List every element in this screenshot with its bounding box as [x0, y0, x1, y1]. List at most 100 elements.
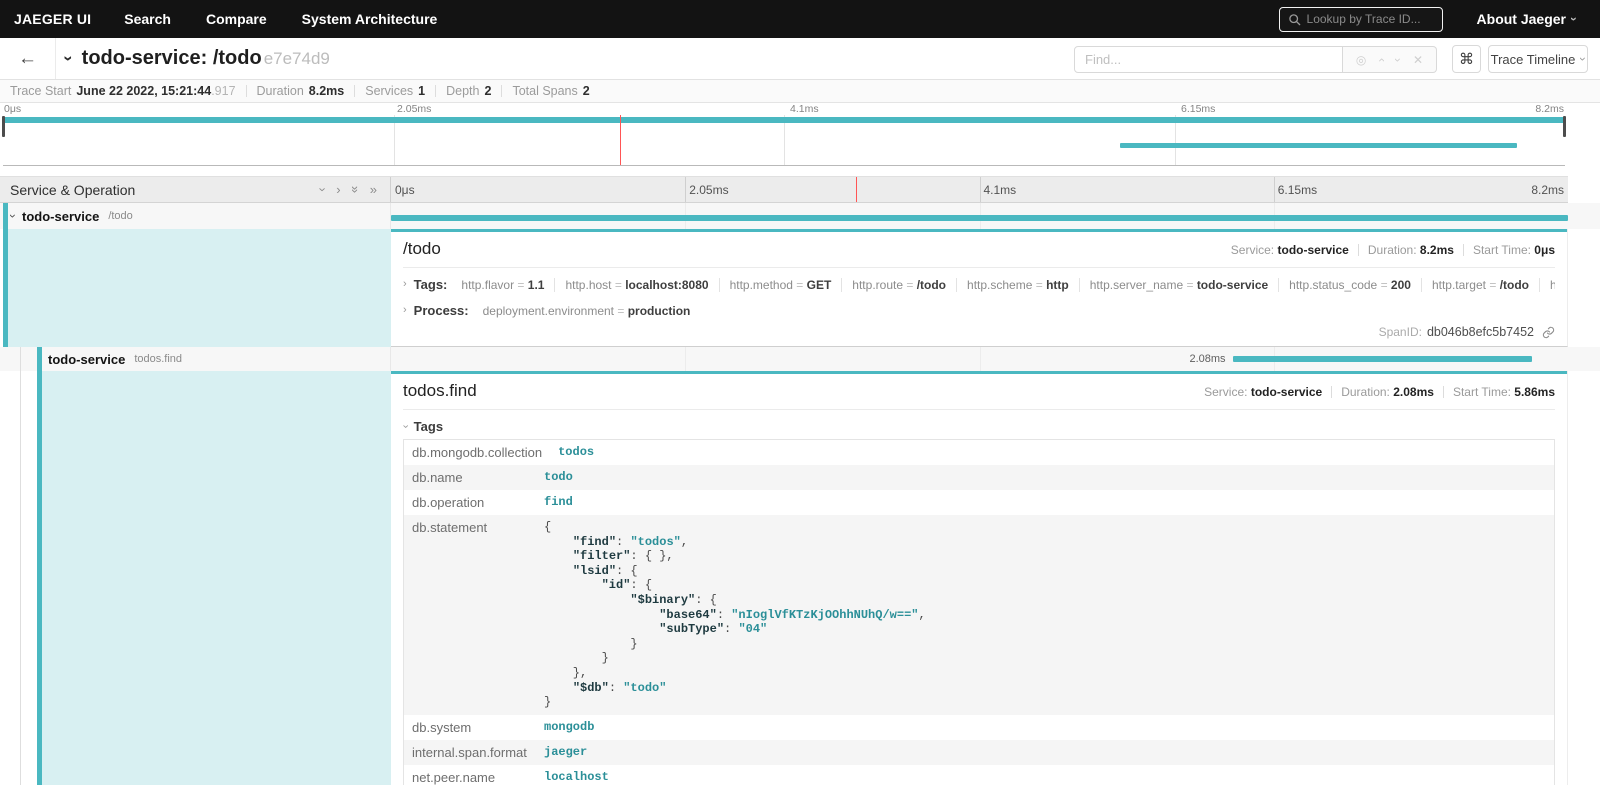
divider: [246, 85, 247, 97]
chevron-right-icon: ›: [403, 305, 407, 316]
find-input[interactable]: [1074, 46, 1343, 73]
chevron-down-icon: ›: [1568, 17, 1580, 21]
tag-table-row: db.statement{ "find": "todos", "filter":…: [404, 515, 1554, 715]
span-graph-cell-todos-find[interactable]: 2.08ms: [391, 347, 1568, 371]
divider: [354, 85, 355, 97]
tag-item: deployment.environment = production: [473, 304, 701, 318]
span-detail-meta: Service: todo-serviceDuration: 2.08msSta…: [1204, 385, 1555, 399]
tag-item: http.method = GET: [720, 278, 843, 292]
app-logo[interactable]: JAEGER UI: [14, 11, 91, 27]
collapse-one-icon[interactable]: ›: [317, 187, 330, 191]
timeline-minimap[interactable]: [3, 115, 1565, 166]
nav-item-system-architecture[interactable]: System Architecture: [302, 11, 438, 27]
stat-trace-start: Trace Start June 22 2022, 15:21:44.917: [10, 84, 236, 98]
time-tick-label: 6.15ms: [1274, 183, 1317, 197]
service-operation-label: Service & Operation: [10, 182, 135, 198]
tag-value: { "find": "todos", "filter": { }, "lsid"…: [536, 515, 1554, 715]
link-icon[interactable]: [1542, 326, 1555, 339]
clear-search-icon[interactable]: ✕: [1413, 54, 1423, 66]
trace-header-bar: ← › todo-service: /todo e7e74d9 ◎ › › ✕ …: [0, 38, 1600, 80]
divider: [435, 85, 436, 97]
tag-key: internal.span.format: [404, 740, 536, 765]
span-color-bar: [391, 371, 1567, 374]
trace-view-select[interactable]: Trace Timeline ›: [1488, 45, 1588, 73]
tags-section-header[interactable]: › Tags: [403, 419, 1555, 434]
process-summary: deployment.environment = production: [473, 304, 701, 318]
tag-item: http.scheme = http: [957, 278, 1080, 292]
span-row-todos-find[interactable]: todo-service todos.find 2.08ms: [0, 347, 1600, 371]
find-group: ◎ › › ✕: [1074, 46, 1437, 73]
tag-item: http.server_name = todo-service: [1080, 278, 1279, 292]
tag-key: net.peer.name: [404, 765, 536, 785]
collapse-children-chevron-down-icon[interactable]: ›: [7, 214, 19, 218]
back-button[interactable]: ←: [0, 38, 56, 79]
span-detail-todo: /todo Service: todo-serviceDuration: 8.2…: [391, 229, 1568, 347]
prev-result-icon[interactable]: ›: [1375, 58, 1387, 62]
span-meta-item: Start Time: 0μs: [1473, 243, 1555, 257]
span-meta-item: Start Time: 5.86ms: [1453, 385, 1555, 399]
divider: [1443, 386, 1444, 398]
timeline-ruler[interactable]: 0μs 2.05ms 4.1ms 6.15ms 8.2ms: [391, 177, 1568, 202]
tags-key-value-table: db.mongodb.collectiontodosdb.nametododb.…: [403, 439, 1555, 785]
span-detail-meta: Service: todo-serviceDuration: 8.2msStar…: [1231, 243, 1555, 257]
main-nav: Search Compare System Architecture: [124, 11, 437, 27]
tag-key: db.statement: [404, 515, 536, 715]
tag-value: todo: [536, 465, 1554, 490]
trace-lookup-input[interactable]: [1307, 12, 1434, 26]
tags-accordion-header[interactable]: › Tags: http.flavor = 1.1http.host = loc…: [403, 275, 1555, 294]
row-gridline: [980, 347, 981, 371]
tag-item: http.host = localhost:8080: [555, 278, 719, 292]
tag-key: db.system: [404, 715, 536, 740]
minimap-span-bar-todos-find: [1120, 143, 1517, 148]
trace-id: e7e74d9: [264, 49, 330, 69]
stat-duration: Duration 8.2ms: [257, 84, 345, 98]
json-value: { "find": "todos", "filter": { }, "lsid"…: [544, 520, 1546, 710]
tag-key: db.operation: [404, 490, 536, 515]
minimap-left-scrubber[interactable]: [2, 116, 5, 137]
time-tick-label: 0μs: [391, 183, 415, 197]
span-color-bar: [391, 229, 1567, 232]
span-bar-todo[interactable]: [391, 215, 1568, 221]
chevron-right-icon: ›: [403, 279, 407, 290]
minimap-tick-label: 8.2ms: [1535, 103, 1564, 115]
keyboard-shortcuts-button[interactable]: ⌘: [1452, 45, 1481, 73]
span-name-cell-todo[interactable]: › todo-service /todo: [0, 203, 391, 229]
span-meta-item: Service: todo-service: [1204, 385, 1322, 399]
span-bar-todos-find[interactable]: 2.08ms: [1233, 356, 1532, 362]
service-name: todo-service: [22, 209, 99, 224]
expand-all-icon[interactable]: »: [370, 183, 377, 196]
timeline-cursor-guide: [856, 177, 857, 202]
span-row-todo[interactable]: › todo-service /todo: [0, 203, 1600, 229]
next-result-icon[interactable]: ›: [1392, 58, 1404, 62]
top-navbar: JAEGER UI Search Compare System Architec…: [0, 0, 1600, 38]
process-accordion-header[interactable]: › Process: deployment.environment = prod…: [403, 301, 1555, 320]
stat-services: Services 1: [365, 84, 425, 98]
divider: [403, 409, 1555, 410]
about-jaeger-menu[interactable]: About Jaeger ›: [1477, 11, 1576, 27]
expanded-span-column-todos-find: [42, 371, 391, 785]
divider: [1331, 386, 1332, 398]
stat-depth: Depth 2: [446, 84, 491, 98]
span-graph-cell-todo[interactable]: [391, 203, 1568, 229]
expand-one-icon[interactable]: ›: [336, 183, 340, 196]
tag-value: mongodb: [536, 715, 1554, 740]
span-name-cell-todos-find[interactable]: todo-service todos.find: [0, 347, 391, 371]
trace-lookup-box[interactable]: [1279, 7, 1443, 32]
collapse-header-chevron-down-icon[interactable]: ›: [60, 56, 77, 62]
jaeger-trace-page: JAEGER UI Search Compare System Architec…: [0, 0, 1600, 785]
divider: [501, 85, 502, 97]
span-detail-title: /todo: [403, 239, 441, 259]
tag-item: http.flavor = 1.1: [451, 278, 555, 292]
operation-name: todos.find: [134, 353, 182, 365]
timeline-header-row: Service & Operation › › » » 0μs 2.05ms 4…: [0, 176, 1568, 203]
tag-value: todos: [550, 440, 1554, 465]
search-scope-icon[interactable]: ◎: [1356, 54, 1366, 66]
nav-item-search[interactable]: Search: [124, 11, 171, 27]
nav-item-compare[interactable]: Compare: [206, 11, 267, 27]
tags-summary: http.flavor = 1.1http.host = localhost:8…: [451, 278, 1555, 292]
chevron-down-icon: ›: [1577, 57, 1589, 61]
minimap-right-scrubber[interactable]: [1563, 116, 1566, 137]
collapse-all-icon[interactable]: »: [349, 186, 362, 193]
stat-total-spans: Total Spans 2: [512, 84, 589, 98]
indent-guide-line: [20, 347, 21, 785]
